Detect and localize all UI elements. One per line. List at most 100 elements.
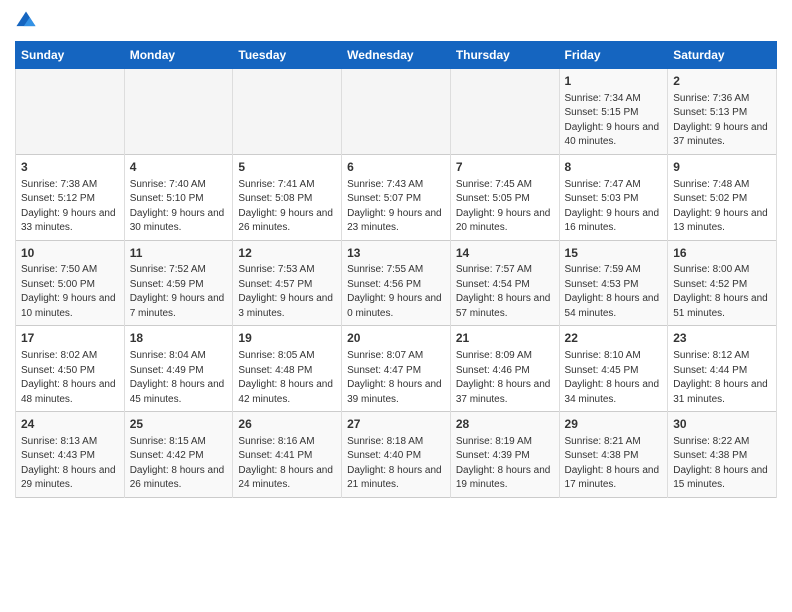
day-cell: 28 Sunrise: 8:19 AM Sunset: 4:39 PM Dayli…	[450, 412, 559, 498]
day-info: Sunrise: 8:18 AM Sunset: 4:40 PM Dayligh…	[347, 435, 445, 493]
day-number: 28	[456, 416, 554, 433]
week-row-5: 24 Sunrise: 8:13 AM Sunset: 4:43 PM Dayli…	[16, 412, 777, 498]
day-cell	[124, 69, 233, 155]
col-header-wednesday: Wednesday	[342, 42, 451, 69]
day-number: 11	[130, 245, 228, 262]
col-header-friday: Friday	[559, 42, 668, 69]
week-row-2: 3 Sunrise: 7:38 AM Sunset: 5:12 PM Daylig…	[16, 154, 777, 240]
day-number: 13	[347, 245, 445, 262]
day-info: Sunrise: 8:22 AM Sunset: 4:38 PM Dayligh…	[673, 435, 771, 493]
day-info: Sunrise: 7:36 AM Sunset: 5:13 PM Dayligh…	[673, 92, 771, 150]
day-number: 21	[456, 330, 554, 347]
day-info: Sunrise: 8:16 AM Sunset: 4:41 PM Dayligh…	[238, 435, 336, 493]
day-number: 12	[238, 245, 336, 262]
day-number: 6	[347, 159, 445, 176]
day-number: 30	[673, 416, 771, 433]
day-cell: 30 Sunrise: 8:22 AM Sunset: 4:38 PM Dayli…	[668, 412, 777, 498]
day-cell: 25 Sunrise: 8:15 AM Sunset: 4:42 PM Dayli…	[124, 412, 233, 498]
day-info: Sunrise: 7:40 AM Sunset: 5:10 PM Dayligh…	[130, 178, 228, 236]
day-number: 20	[347, 330, 445, 347]
col-header-tuesday: Tuesday	[233, 42, 342, 69]
day-number: 7	[456, 159, 554, 176]
day-info: Sunrise: 7:34 AM Sunset: 5:15 PM Dayligh…	[565, 92, 663, 150]
day-info: Sunrise: 8:07 AM Sunset: 4:47 PM Dayligh…	[347, 349, 445, 407]
week-row-1: 1 Sunrise: 7:34 AM Sunset: 5:15 PM Daylig…	[16, 69, 777, 155]
day-cell: 1 Sunrise: 7:34 AM Sunset: 5:15 PM Daylig…	[559, 69, 668, 155]
day-info: Sunrise: 7:53 AM Sunset: 4:57 PM Dayligh…	[238, 263, 336, 321]
day-cell: 19 Sunrise: 8:05 AM Sunset: 4:48 PM Dayli…	[233, 326, 342, 412]
day-info: Sunrise: 8:21 AM Sunset: 4:38 PM Dayligh…	[565, 435, 663, 493]
day-cell: 20 Sunrise: 8:07 AM Sunset: 4:47 PM Dayli…	[342, 326, 451, 412]
day-info: Sunrise: 8:12 AM Sunset: 4:44 PM Dayligh…	[673, 349, 771, 407]
day-number: 2	[673, 73, 771, 90]
col-header-monday: Monday	[124, 42, 233, 69]
day-number: 25	[130, 416, 228, 433]
header	[15, 10, 777, 37]
day-cell: 24 Sunrise: 8:13 AM Sunset: 4:43 PM Dayli…	[16, 412, 125, 498]
day-number: 1	[565, 73, 663, 90]
day-cell: 7 Sunrise: 7:45 AM Sunset: 5:05 PM Daylig…	[450, 154, 559, 240]
day-cell: 9Sunrise: 7:48 AM Sunset: 5:02 PM Daylig…	[668, 154, 777, 240]
day-cell: 27 Sunrise: 8:18 AM Sunset: 4:40 PM Dayli…	[342, 412, 451, 498]
day-info: Sunrise: 7:47 AM Sunset: 5:03 PM Dayligh…	[565, 178, 663, 236]
day-number: 29	[565, 416, 663, 433]
day-info: Sunrise: 8:19 AM Sunset: 4:39 PM Dayligh…	[456, 435, 554, 493]
day-info: Sunrise: 7:41 AM Sunset: 5:08 PM Dayligh…	[238, 178, 336, 236]
day-cell: 2 Sunrise: 7:36 AM Sunset: 5:13 PM Daylig…	[668, 69, 777, 155]
day-info: Sunrise: 7:45 AM Sunset: 5:05 PM Dayligh…	[456, 178, 554, 236]
day-number: 23	[673, 330, 771, 347]
day-cell: 16Sunrise: 8:00 AM Sunset: 4:52 PM Dayli…	[668, 240, 777, 326]
day-number: 24	[21, 416, 119, 433]
day-cell: 17Sunrise: 8:02 AM Sunset: 4:50 PM Dayli…	[16, 326, 125, 412]
day-number: 27	[347, 416, 445, 433]
logo-icon	[15, 10, 37, 32]
col-header-sunday: Sunday	[16, 42, 125, 69]
day-cell: 14Sunrise: 7:57 AM Sunset: 4:54 PM Dayli…	[450, 240, 559, 326]
day-number: 4	[130, 159, 228, 176]
day-cell	[16, 69, 125, 155]
day-cell: 23 Sunrise: 8:12 AM Sunset: 4:44 PM Dayli…	[668, 326, 777, 412]
day-info: Sunrise: 7:38 AM Sunset: 5:12 PM Dayligh…	[21, 178, 119, 236]
day-info: Sunrise: 8:10 AM Sunset: 4:45 PM Dayligh…	[565, 349, 663, 407]
day-info: Sunrise: 7:50 AM Sunset: 5:00 PM Dayligh…	[21, 263, 119, 321]
day-info: Sunrise: 8:09 AM Sunset: 4:46 PM Dayligh…	[456, 349, 554, 407]
day-cell: 5 Sunrise: 7:41 AM Sunset: 5:08 PM Daylig…	[233, 154, 342, 240]
day-number: 19	[238, 330, 336, 347]
day-cell: 3 Sunrise: 7:38 AM Sunset: 5:12 PM Daylig…	[16, 154, 125, 240]
day-info: Sunrise: 7:43 AM Sunset: 5:07 PM Dayligh…	[347, 178, 445, 236]
week-row-4: 17Sunrise: 8:02 AM Sunset: 4:50 PM Dayli…	[16, 326, 777, 412]
day-cell: 21 Sunrise: 8:09 AM Sunset: 4:46 PM Dayli…	[450, 326, 559, 412]
day-number: 22	[565, 330, 663, 347]
day-cell: 4 Sunrise: 7:40 AM Sunset: 5:10 PM Daylig…	[124, 154, 233, 240]
day-cell: 8Sunrise: 7:47 AM Sunset: 5:03 PM Daylig…	[559, 154, 668, 240]
day-info: Sunrise: 8:04 AM Sunset: 4:49 PM Dayligh…	[130, 349, 228, 407]
day-number: 3	[21, 159, 119, 176]
day-cell: 11Sunrise: 7:52 AM Sunset: 4:59 PM Dayli…	[124, 240, 233, 326]
col-header-thursday: Thursday	[450, 42, 559, 69]
col-header-saturday: Saturday	[668, 42, 777, 69]
day-cell	[450, 69, 559, 155]
day-info: Sunrise: 8:13 AM Sunset: 4:43 PM Dayligh…	[21, 435, 119, 493]
day-info: Sunrise: 8:05 AM Sunset: 4:48 PM Dayligh…	[238, 349, 336, 407]
logo	[15, 10, 39, 37]
day-cell: 18 Sunrise: 8:04 AM Sunset: 4:49 PM Dayli…	[124, 326, 233, 412]
day-number: 17	[21, 330, 119, 347]
day-info: Sunrise: 7:59 AM Sunset: 4:53 PM Dayligh…	[565, 263, 663, 321]
day-number: 26	[238, 416, 336, 433]
day-number: 10	[21, 245, 119, 262]
day-cell: 6 Sunrise: 7:43 AM Sunset: 5:07 PM Daylig…	[342, 154, 451, 240]
day-number: 18	[130, 330, 228, 347]
day-info: Sunrise: 7:48 AM Sunset: 5:02 PM Dayligh…	[673, 178, 771, 236]
page-container: SundayMondayTuesdayWednesdayThursdayFrid…	[0, 0, 792, 508]
day-cell: 12Sunrise: 7:53 AM Sunset: 4:57 PM Dayli…	[233, 240, 342, 326]
day-cell: 10Sunrise: 7:50 AM Sunset: 5:00 PM Dayli…	[16, 240, 125, 326]
day-number: 5	[238, 159, 336, 176]
day-number: 15	[565, 245, 663, 262]
calendar-header-row: SundayMondayTuesdayWednesdayThursdayFrid…	[16, 42, 777, 69]
day-info: Sunrise: 7:55 AM Sunset: 4:56 PM Dayligh…	[347, 263, 445, 321]
day-number: 16	[673, 245, 771, 262]
day-number: 14	[456, 245, 554, 262]
day-cell: 13Sunrise: 7:55 AM Sunset: 4:56 PM Dayli…	[342, 240, 451, 326]
day-info: Sunrise: 8:15 AM Sunset: 4:42 PM Dayligh…	[130, 435, 228, 493]
day-cell: 15Sunrise: 7:59 AM Sunset: 4:53 PM Dayli…	[559, 240, 668, 326]
